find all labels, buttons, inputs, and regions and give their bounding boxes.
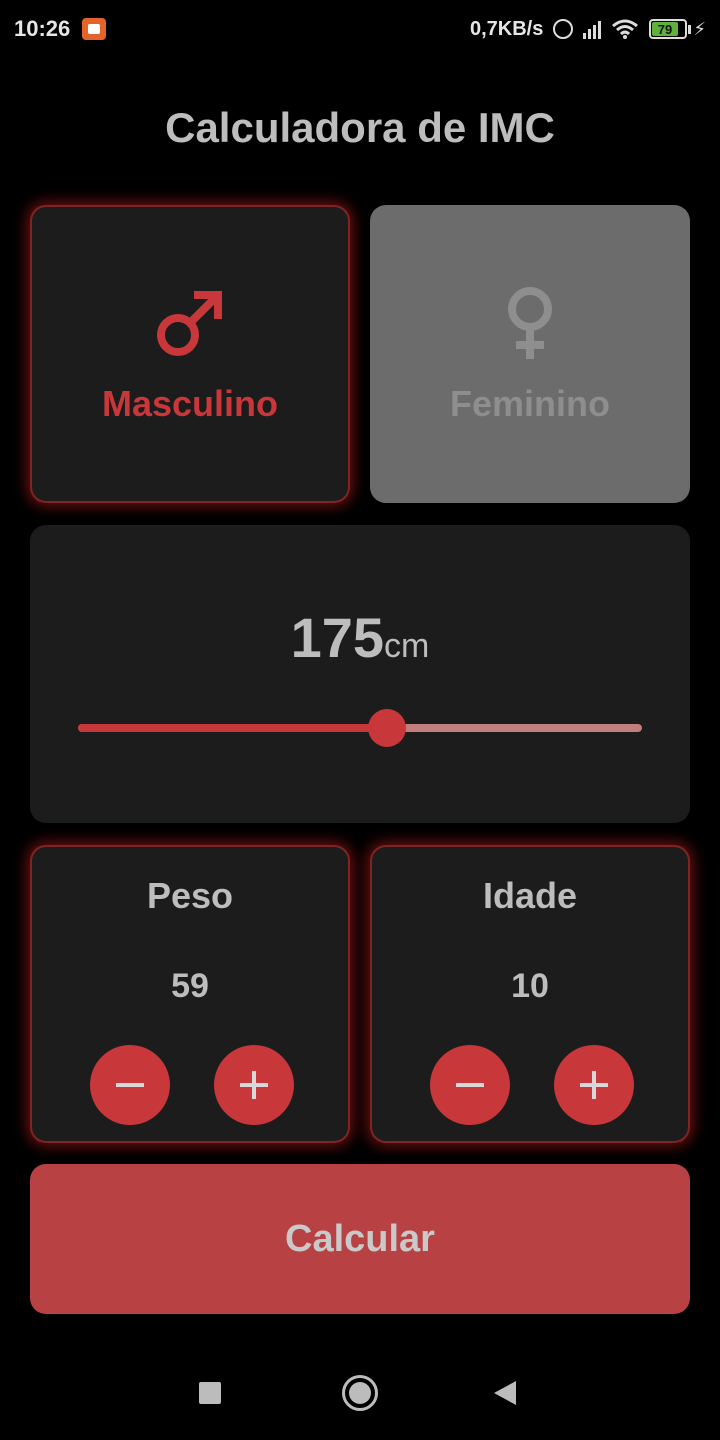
weight-card: Peso 59: [30, 845, 350, 1143]
back-button[interactable]: [494, 1381, 516, 1405]
status-time: 10:26: [14, 16, 71, 41]
female-symbol-icon: [508, 287, 552, 359]
page-title: Calculadora de IMC: [165, 104, 555, 151]
alarm-icon: [553, 19, 574, 39]
plus-icon: [240, 1071, 268, 1099]
gender-female-label: Feminino: [450, 383, 610, 424]
height-display: 175cm: [30, 605, 690, 670]
gender-male-card[interactable]: Masculino: [30, 205, 350, 503]
plus-icon: [580, 1071, 608, 1099]
age-decrease-button[interactable]: [430, 1045, 510, 1125]
status-indicators: 0,7KB/s 79 ⚡: [470, 18, 706, 41]
minus-icon: [116, 1083, 144, 1087]
home-button[interactable]: [342, 1375, 378, 1411]
male-symbol-icon: [157, 291, 222, 356]
recents-button[interactable]: [199, 1382, 221, 1404]
height-slider[interactable]: [78, 709, 642, 747]
battery-indicator: 79 ⚡: [649, 19, 706, 40]
slider-active-track: [78, 724, 387, 732]
battery-level: 79: [652, 22, 678, 37]
weight-decrease-button[interactable]: [90, 1045, 170, 1125]
height-card: 175cm: [30, 525, 690, 823]
gender-male-label: Masculino: [101, 383, 279, 424]
gender-female-card[interactable]: Feminino: [370, 205, 690, 503]
height-unit: cm: [384, 627, 430, 665]
network-speed: 0,7KB/s: [469, 17, 544, 40]
weight-value: 59: [171, 967, 209, 1005]
age-label: Idade: [482, 875, 578, 916]
screen-recorder-icon: [82, 18, 107, 40]
status-bar: 10:26 0,7KB/s 79 ⚡: [0, 0, 720, 58]
charging-bolt-icon: ⚡: [693, 18, 706, 39]
signal-icon: [583, 19, 602, 39]
weight-increase-button[interactable]: [214, 1045, 294, 1125]
weight-label: Peso: [146, 875, 234, 916]
calculate-button[interactable]: Calcular: [30, 1164, 690, 1314]
minus-icon: [456, 1083, 484, 1087]
wifi-icon: [612, 19, 639, 39]
age-card: Idade 10: [370, 845, 690, 1143]
age-increase-button[interactable]: [554, 1045, 634, 1125]
system-nav-bar: [0, 1360, 720, 1424]
height-value: 175: [290, 606, 385, 669]
slider-thumb[interactable]: [367, 709, 406, 747]
age-value: 10: [511, 967, 549, 1005]
